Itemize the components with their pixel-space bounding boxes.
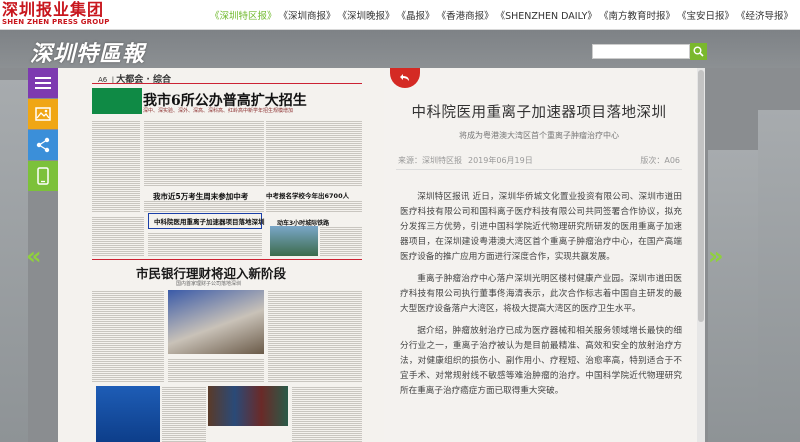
article-source: 来源：深圳特区报 (398, 156, 462, 165)
nav-item-szsb[interactable]: 《深圳商报》 (279, 8, 336, 22)
article-divider (396, 169, 682, 170)
mobile-icon (37, 167, 49, 185)
prev-page-arrow[interactable]: « (26, 242, 42, 270)
paper-headline-3[interactable]: 中考报名学校今年出6700人 (266, 190, 349, 200)
nav-item-jjdb[interactable]: 《经济导报》 (736, 8, 793, 22)
search-input[interactable] (592, 44, 690, 59)
share-icon (36, 137, 50, 153)
search-icon (693, 46, 704, 57)
next-page-arrow[interactable]: » (708, 242, 724, 270)
paper-text-column (266, 120, 362, 186)
article-date: 2019年06月19日 (468, 156, 533, 165)
logo-en: SHEN ZHEN PRESS GROUP (2, 18, 110, 26)
paper-text-column (320, 226, 362, 256)
paper-text-column (144, 120, 264, 186)
paper-ad-bank (96, 386, 160, 442)
article-paragraph: 深圳特区报讯 近日，深圳华侨城文化置业投资有限公司、深圳市道田医疗科技有限公司和… (400, 192, 682, 262)
back-button[interactable] (390, 68, 420, 88)
paper-divider (92, 259, 362, 260)
background-building (758, 110, 800, 442)
paper-text-column (92, 120, 140, 212)
share-button[interactable] (28, 130, 58, 160)
paper-photo (270, 226, 318, 256)
paper-headline-4[interactable]: 中科院医用重离子加速器项目落地深圳 (154, 216, 265, 226)
logo-cn: 深圳报业集团 (2, 0, 105, 19)
paper-headline-6-sub: 国内首家理财子公司落地深圳 (176, 281, 242, 287)
newspaper-nav: 《深圳特区报》 《深圳商报》 《深圳晚报》 《晶报》 《香港商报》 《SHENZ… (210, 8, 795, 22)
nav-item-shenzhen-daily[interactable]: 《SHENZHEN DAILY》 (496, 8, 597, 22)
article-panel: 中科院医用重离子加速器项目落地深圳 将成为粤港澳大湾区首个重离子肿瘤治疗中心 来… (384, 68, 700, 442)
paper-text-column (268, 290, 362, 382)
paper-photo-books (208, 386, 288, 426)
background-building (708, 150, 758, 442)
paper-headline-main[interactable]: 我市6所公办普高扩大招生 (143, 90, 307, 110)
paper-text-column (292, 386, 362, 442)
nav-item-jb[interactable]: 《晶报》 (397, 8, 435, 22)
article-meta: 来源：深圳特区报 2019年06月19日 版次：A06 (398, 155, 680, 166)
nav-item-barb[interactable]: 《宝安日报》 (677, 8, 734, 22)
article-paragraph: 据介绍，肿瘤放射治疗已成为医疗器械和相关服务领域增长最快的细分行业之一，重离子治… (400, 326, 682, 396)
chevron-left-double-icon: « (26, 242, 42, 270)
menu-icon (35, 77, 51, 89)
photo-button[interactable] (28, 99, 58, 129)
paper-headline-2[interactable]: 我市近5万考生周末参加中考 (153, 191, 248, 202)
nav-item-xgsb[interactable]: 《香港商报》 (437, 8, 494, 22)
nav-item-szwb[interactable]: 《深圳晚报》 (338, 8, 395, 22)
newspaper-page[interactable]: A6 | 大都会 · 综合 我市6所公办普高扩大招生 深中、深实验、深外、深高、… (58, 68, 384, 442)
article-scroll-thumb[interactable] (698, 70, 704, 322)
paper-headline-sub: 深中、深实验、深外、深高、深科高、红岭高中新学年招生规模增加 (143, 108, 294, 114)
back-arrow-icon (400, 74, 409, 81)
paper-divider (92, 83, 362, 84)
background-building (0, 80, 28, 442)
article-subtitle: 将成为粤港澳大湾区首个重离子肿瘤治疗中心 (459, 131, 619, 140)
nav-item-sztqb[interactable]: 《深圳特区报》 (210, 8, 277, 22)
mobile-button[interactable] (28, 161, 58, 191)
search-button[interactable] (690, 43, 707, 60)
paper-text-column (162, 386, 206, 442)
paper-text-column (92, 216, 144, 256)
article-edition: 版次：A06 (640, 156, 680, 165)
article-title: 中科院医用重离子加速器项目落地深圳 (411, 105, 667, 121)
top-nav-bar: 深圳报业集团 SHEN ZHEN PRESS GROUP 《深圳特区报》 《深圳… (0, 0, 800, 30)
menu-button[interactable] (28, 68, 58, 98)
chevron-right-double-icon: » (708, 242, 724, 270)
paper-text-column (148, 232, 262, 256)
group-logo[interactable]: 深圳报业集团 SHEN ZHEN PRESS GROUP (2, 1, 122, 28)
image-icon (35, 107, 51, 121)
paper-photo-conference (168, 290, 264, 354)
article-body: 深圳特区报讯 近日，深圳华侨城文化置业投资有限公司、深圳市道田医疗科技有限公司和… (400, 190, 682, 406)
paper-ad-block (92, 88, 142, 114)
nav-item-nfjysb[interactable]: 《南方教育时报》 (599, 8, 675, 22)
paper-text-column (92, 290, 164, 382)
paper-text-column (168, 358, 264, 382)
masthead-logo[interactable]: 深圳特區報 (30, 36, 145, 68)
paper-text-column (266, 200, 362, 212)
article-paragraph: 重离子肿瘤治疗中心落户深圳光明区楼村健康产业园。深圳市道田医疗科技有限公司执行董… (400, 274, 682, 314)
